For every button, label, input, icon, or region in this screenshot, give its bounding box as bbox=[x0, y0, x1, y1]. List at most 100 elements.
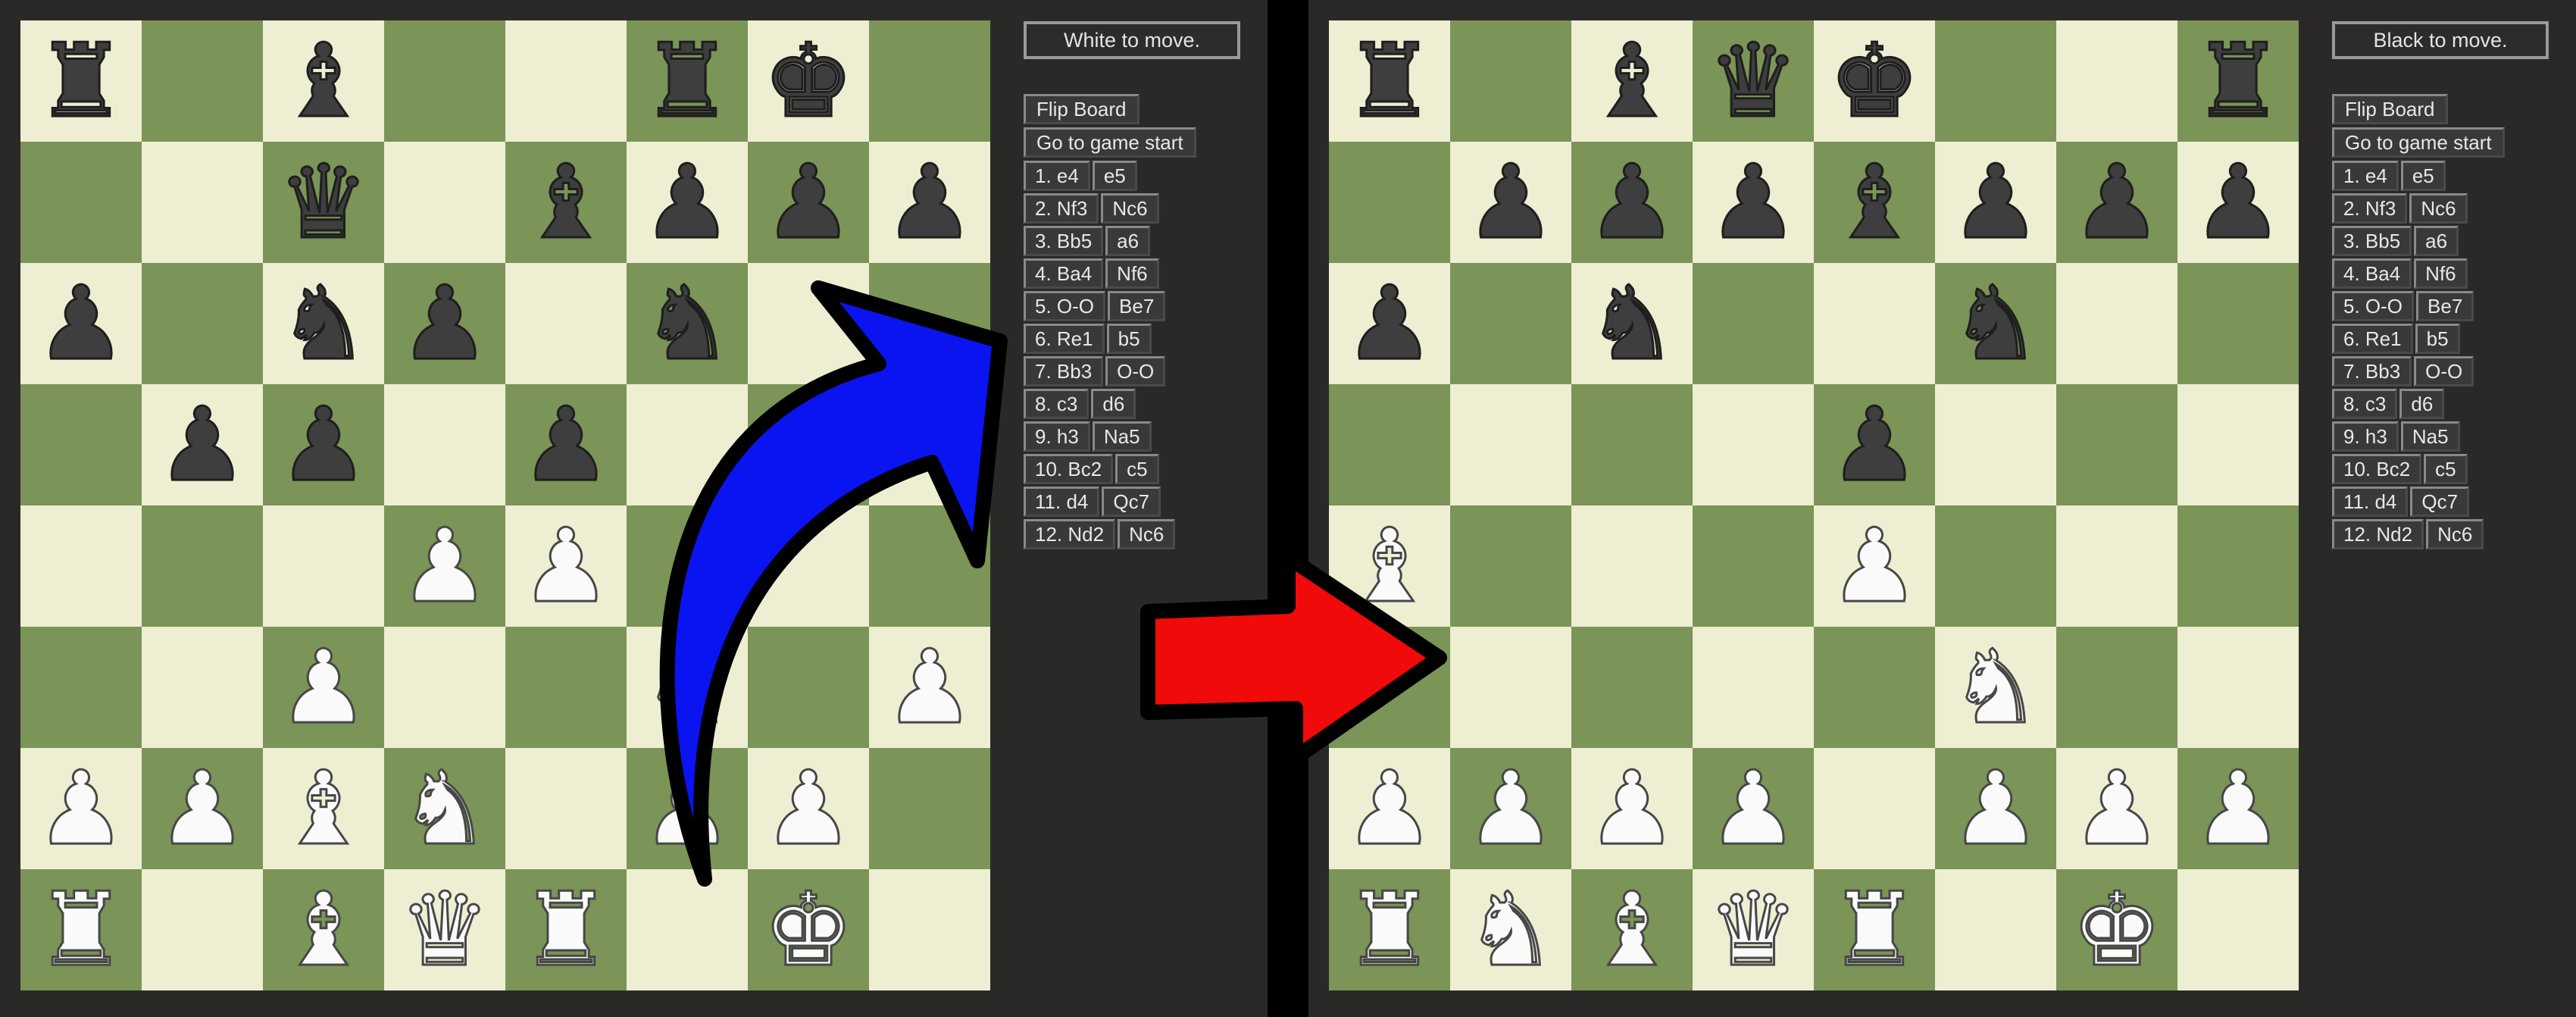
black-king-icon[interactable]: ♚ bbox=[761, 30, 855, 133]
move-black-button[interactable]: e5 bbox=[1092, 161, 1137, 191]
square-f2[interactable]: ♟ bbox=[627, 748, 748, 869]
square-e6[interactable] bbox=[505, 263, 627, 384]
move-white-button[interactable]: 4. Ba4 bbox=[1024, 258, 1104, 289]
square-a6[interactable]: ♟ bbox=[1329, 263, 1450, 384]
square-g7[interactable]: ♟ bbox=[2056, 142, 2177, 263]
move-black-button[interactable]: Be7 bbox=[2416, 291, 2474, 321]
square-a2[interactable]: ♟ bbox=[1329, 748, 1450, 869]
square-c8[interactable]: ♝ bbox=[263, 20, 384, 142]
move-white-button[interactable]: 9. h3 bbox=[1024, 421, 1090, 452]
square-b6[interactable] bbox=[1450, 263, 1571, 384]
black-pawn-icon[interactable]: ♟ bbox=[1827, 393, 1921, 497]
flip-board-button[interactable]: Flip Board bbox=[1024, 94, 1140, 124]
square-f3[interactable]: ♞ bbox=[1935, 627, 2056, 748]
chess-board-right[interactable]: ♜ ♝ ♛ ♚ ♜ ♟ ♟ ♟ ♝ ♟ ♟ ♟ ♟ ♞ ♞ ♟ ♝ ♟ ♞ ♟ ♟ ♟ ♟ ♟ ♟ ♟ ♜ ♞ ♝ ♛ ♜ ♚ bbox=[1329, 20, 2299, 990]
square-h8[interactable] bbox=[869, 20, 990, 142]
square-a4[interactable] bbox=[20, 505, 142, 627]
square-h3[interactable]: ♟ bbox=[869, 627, 990, 748]
white-rook-icon[interactable]: ♜ bbox=[519, 878, 612, 982]
move-black-button[interactable]: Nc6 bbox=[2409, 193, 2468, 224]
move-black-button[interactable]: c5 bbox=[2424, 454, 2468, 484]
black-pawn-icon[interactable]: ♟ bbox=[1585, 151, 1678, 255]
square-d2[interactable]: ♞ bbox=[384, 748, 505, 869]
square-g8[interactable] bbox=[2056, 20, 2177, 142]
square-f4[interactable] bbox=[1935, 505, 2056, 627]
square-b4[interactable] bbox=[1450, 505, 1571, 627]
square-b5[interactable] bbox=[1450, 384, 1571, 505]
square-f6[interactable]: ♞ bbox=[627, 263, 748, 384]
white-pawn-icon[interactable]: ♟ bbox=[1585, 757, 1678, 861]
square-f6[interactable]: ♞ bbox=[1935, 263, 2056, 384]
square-c2[interactable]: ♟ bbox=[1571, 748, 1693, 869]
square-d3[interactable] bbox=[1693, 627, 1814, 748]
move-black-button[interactable]: Qc7 bbox=[2410, 487, 2470, 517]
square-a4[interactable]: ♝ bbox=[1329, 505, 1450, 627]
square-e1[interactable]: ♜ bbox=[1814, 869, 1935, 990]
square-a5[interactable] bbox=[1329, 384, 1450, 505]
square-d7[interactable] bbox=[384, 142, 505, 263]
move-white-button[interactable]: 5. O-O bbox=[1024, 291, 1106, 321]
square-a8[interactable]: ♜ bbox=[1329, 20, 1450, 142]
black-queen-icon[interactable]: ♛ bbox=[1706, 30, 1799, 133]
move-white-button[interactable]: 1. e4 bbox=[2332, 161, 2399, 191]
square-c4[interactable] bbox=[263, 505, 384, 627]
move-black-button[interactable]: Na5 bbox=[1092, 421, 1152, 452]
move-black-button[interactable]: Na5 bbox=[2400, 421, 2460, 452]
square-f4[interactable] bbox=[627, 505, 748, 627]
square-f5[interactable] bbox=[627, 384, 748, 505]
white-pawn-icon[interactable]: ♟ bbox=[155, 757, 249, 861]
square-h7[interactable]: ♟ bbox=[2177, 142, 2299, 263]
chess-board-left[interactable]: ♜ ♝ ♜ ♚ ♛ ♝ ♟ ♟ ♟ ♟ ♞ ♟ ♞ ♟ ♟ ♟ ♟ ♟ ♟ ♞ ♟ ♟ ♟ ♝ ♞ ♟ ♟ ♜ ♝ ♛ ♜ ♚ bbox=[20, 20, 990, 990]
square-h4[interactable] bbox=[869, 505, 990, 627]
black-bishop-icon[interactable]: ♝ bbox=[1827, 151, 1921, 255]
square-h1[interactable] bbox=[869, 869, 990, 990]
white-king-icon[interactable]: ♚ bbox=[2070, 878, 2163, 982]
move-black-button[interactable]: d6 bbox=[1091, 389, 1136, 419]
square-g6[interactable] bbox=[748, 263, 869, 384]
black-pawn-icon[interactable]: ♟ bbox=[1343, 272, 1436, 376]
square-e1[interactable]: ♜ bbox=[505, 869, 627, 990]
black-pawn-icon[interactable]: ♟ bbox=[155, 393, 249, 497]
black-pawn-icon[interactable]: ♟ bbox=[519, 393, 612, 497]
black-pawn-icon[interactable]: ♟ bbox=[883, 151, 976, 255]
move-black-button[interactable]: Be7 bbox=[1108, 291, 1166, 321]
move-white-button[interactable]: 10. Bc2 bbox=[1024, 454, 1114, 484]
square-c6[interactable]: ♞ bbox=[1571, 263, 1693, 384]
white-pawn-icon[interactable]: ♟ bbox=[277, 636, 370, 740]
move-white-button[interactable]: 8. c3 bbox=[2332, 389, 2398, 419]
square-f2[interactable]: ♟ bbox=[1935, 748, 2056, 869]
square-c1[interactable]: ♝ bbox=[1571, 869, 1693, 990]
move-black-button[interactable]: d6 bbox=[2399, 389, 2445, 419]
square-g2[interactable]: ♟ bbox=[748, 748, 869, 869]
move-white-button[interactable]: 12. Nd2 bbox=[1024, 519, 1116, 549]
square-g6[interactable] bbox=[2056, 263, 2177, 384]
move-white-button[interactable]: 2. Nf3 bbox=[2332, 193, 2408, 224]
white-bishop-icon[interactable]: ♝ bbox=[277, 757, 370, 861]
move-white-button[interactable]: 7. Bb3 bbox=[1024, 356, 1104, 386]
white-pawn-icon[interactable]: ♟ bbox=[519, 515, 612, 618]
white-knight-icon[interactable]: ♞ bbox=[1464, 878, 1557, 982]
square-g3[interactable] bbox=[748, 627, 869, 748]
move-black-button[interactable]: c5 bbox=[1115, 454, 1159, 484]
black-pawn-icon[interactable]: ♟ bbox=[34, 272, 127, 376]
square-h3[interactable] bbox=[2177, 627, 2299, 748]
move-black-button[interactable]: Nc6 bbox=[1101, 193, 1159, 224]
go-to-start-button[interactable]: Go to game start bbox=[1024, 127, 1196, 158]
move-black-button[interactable]: O-O bbox=[1105, 356, 1166, 386]
square-f8[interactable]: ♜ bbox=[627, 20, 748, 142]
move-white-button[interactable]: 1. e4 bbox=[1024, 161, 1090, 191]
white-pawn-icon[interactable]: ♟ bbox=[1343, 757, 1436, 861]
white-pawn-icon[interactable]: ♟ bbox=[1949, 757, 2042, 861]
square-d6[interactable]: ♟ bbox=[384, 263, 505, 384]
move-black-button[interactable]: b5 bbox=[2415, 324, 2460, 354]
square-c3[interactable] bbox=[1571, 627, 1693, 748]
white-king-icon[interactable]: ♚ bbox=[761, 878, 855, 982]
go-to-start-button[interactable]: Go to game start bbox=[2332, 127, 2505, 158]
black-queen-icon[interactable]: ♛ bbox=[277, 151, 370, 255]
square-d2[interactable]: ♟ bbox=[1693, 748, 1814, 869]
move-black-button[interactable]: Nc6 bbox=[2426, 519, 2484, 549]
square-a7[interactable] bbox=[20, 142, 142, 263]
square-d6[interactable] bbox=[1693, 263, 1814, 384]
square-b3[interactable] bbox=[142, 627, 263, 748]
white-pawn-icon[interactable]: ♟ bbox=[2070, 757, 2163, 861]
